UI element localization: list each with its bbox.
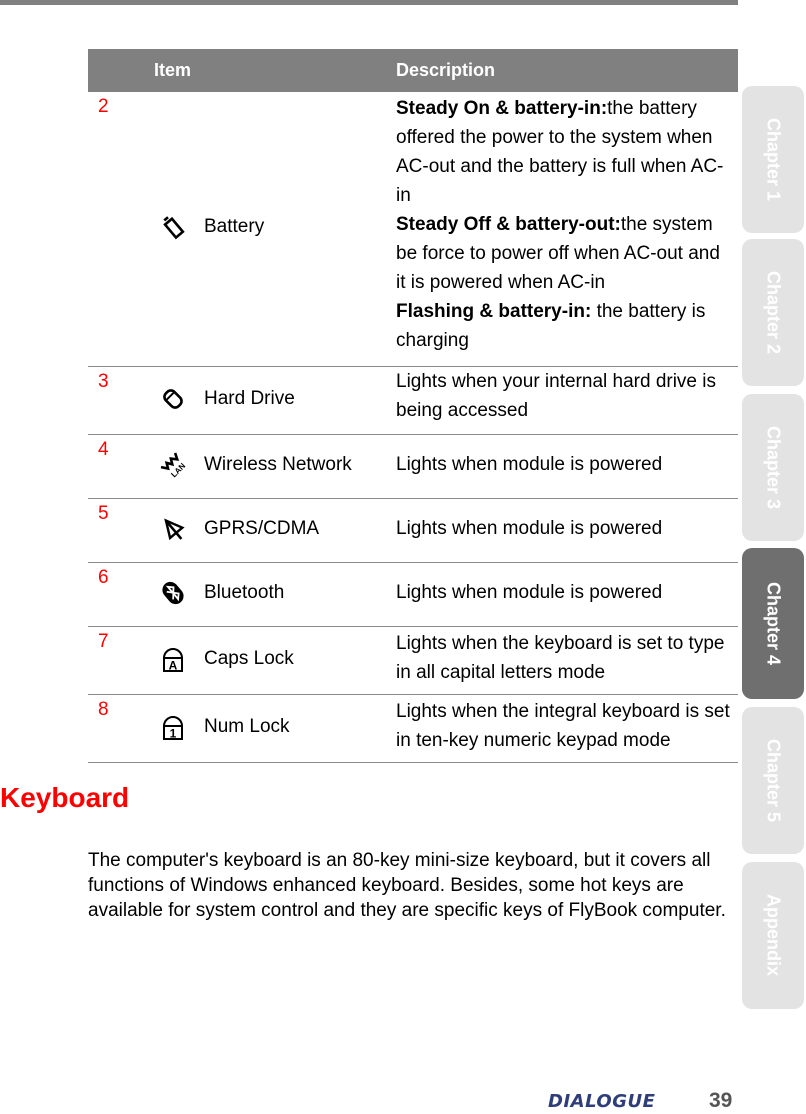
tab-label: Chapter 2	[763, 270, 784, 355]
tab-chapter-2[interactable]: Chapter 2	[742, 239, 804, 386]
desc-bold: Steady On & battery-in:	[396, 98, 608, 119]
row-number: 8	[88, 694, 138, 763]
item-label: Bluetooth	[204, 581, 285, 603]
table-row: 5 GPRS/CDMA Lights when module is powere…	[88, 498, 738, 563]
led-indicator-table: Item Description 2 Battery Steady On & b…	[88, 49, 738, 763]
keyboard-paragraph: The computer's keyboard is an 80-key min…	[88, 850, 726, 921]
table-row: 6 Bluetooth Lights when module is powere…	[88, 562, 738, 627]
table-row: 3 Hard Drive Lights when your internal h…	[88, 366, 738, 435]
row-description: Lights when module is powered	[396, 562, 738, 627]
row-description: Lights when module is powered	[396, 498, 738, 563]
item-label: GPRS/CDMA	[204, 517, 320, 539]
bluetooth-icon	[158, 578, 188, 608]
caps-lock-icon: A	[158, 644, 188, 674]
row-number: 4	[88, 434, 138, 499]
row-number: 3	[88, 366, 138, 435]
tab-label: Appendix	[763, 894, 784, 977]
table-row: 2 Battery Steady On & battery-in:the bat…	[88, 92, 738, 367]
item-label: Caps Lock	[204, 647, 294, 669]
item-label: Hard Drive	[204, 387, 295, 409]
row-description: Lights when the integral keyboard is set…	[396, 694, 738, 763]
tab-label: Chapter 1	[763, 117, 784, 202]
svg-text:1: 1	[170, 726, 177, 740]
row-number: 7	[88, 626, 138, 695]
svg-text:A: A	[169, 658, 178, 672]
tab-appendix[interactable]: Appendix	[742, 862, 804, 1009]
wireless-lan-icon: LAN	[158, 450, 188, 480]
hard-drive-icon	[158, 384, 188, 414]
tab-chapter-1[interactable]: Chapter 1	[742, 86, 804, 233]
desc-bold: Flashing & battery-in:	[396, 301, 592, 322]
battery-icon	[158, 212, 188, 242]
table-header-row: Item Description	[88, 49, 738, 92]
row-description: Lights when the keyboard is set to type …	[396, 626, 738, 695]
page-number: 39	[709, 1089, 733, 1112]
tab-chapter-3[interactable]: Chapter 3	[742, 394, 804, 541]
row-description: Lights when module is powered	[396, 434, 738, 499]
item-label: Battery	[204, 216, 265, 237]
row-description: Lights when your internal hard drive is …	[396, 366, 738, 435]
table-row: 7 A Caps Lock Lights when the keyboard i…	[88, 626, 738, 695]
desc-bold: Steady Off & battery-out:	[396, 214, 621, 235]
table-row: 8 1 Num Lock Lights when the integral ke…	[88, 694, 738, 763]
antenna-icon	[158, 514, 188, 544]
row-description: Steady On & battery-in:the battery offer…	[396, 92, 738, 367]
section-title: Keyboard	[0, 782, 130, 813]
tab-chapter-5[interactable]: Chapter 5	[742, 707, 804, 854]
top-rule	[0, 0, 738, 5]
row-number: 5	[88, 498, 138, 563]
tab-label: Chapter 3	[763, 425, 784, 510]
header-item: Item	[88, 49, 396, 92]
item-label: Num Lock	[204, 715, 290, 737]
num-lock-icon: 1	[158, 712, 188, 742]
table-row: 4 LAN Wireless Network Lights when modul…	[88, 434, 738, 499]
brand-logo: DIALOGUE	[548, 1091, 656, 1112]
header-description: Description	[396, 49, 738, 92]
row-number: 2	[88, 92, 138, 367]
tab-label: Chapter 4	[763, 581, 784, 666]
item-label: Wireless Network	[204, 453, 352, 475]
tab-chapter-4[interactable]: Chapter 4	[742, 548, 804, 699]
tab-label: Chapter 5	[763, 738, 784, 823]
row-number: 6	[88, 562, 138, 627]
